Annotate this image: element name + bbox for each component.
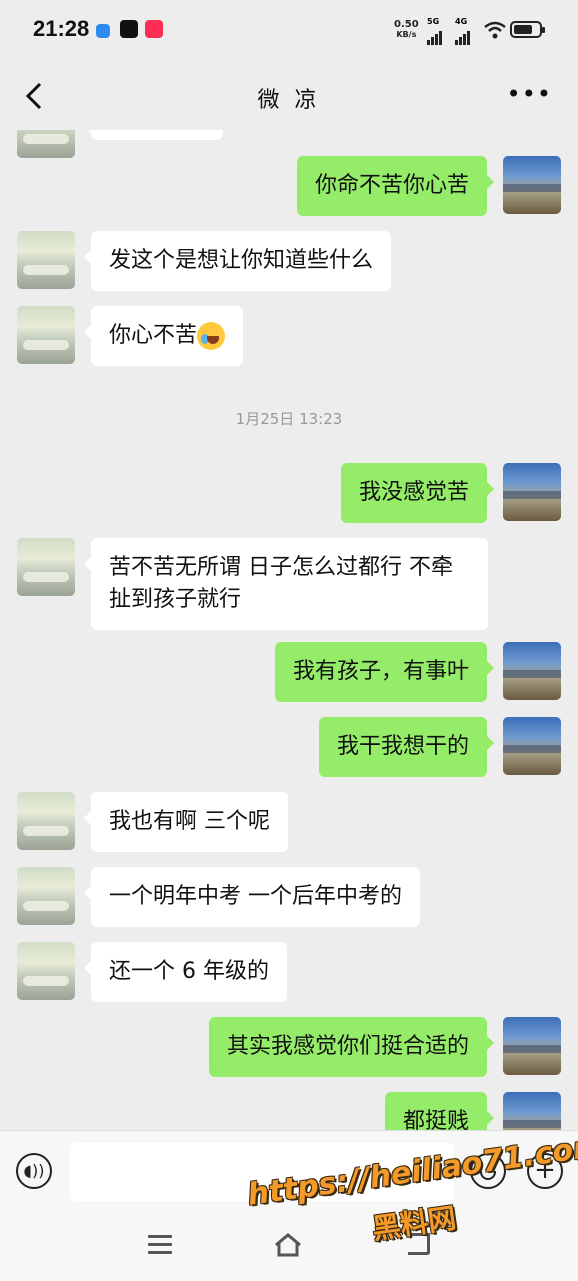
status-time: 21:28 bbox=[33, 16, 90, 41]
status-bar: 21:28 0.50 KB/s 5G 4G bbox=[0, 0, 578, 62]
avatar[interactable] bbox=[17, 942, 75, 1000]
avatar[interactable] bbox=[17, 538, 75, 596]
message-bubble[interactable]: 我干我想干的 bbox=[318, 717, 495, 777]
system-nav-bar bbox=[0, 1221, 578, 1271]
avatar[interactable] bbox=[503, 717, 561, 775]
avatar[interactable] bbox=[503, 156, 561, 214]
message-bubble[interactable]: 我也有啊 三个呢 bbox=[84, 792, 288, 852]
network-speed: 0.50 KB/s bbox=[394, 20, 419, 40]
avatar[interactable] bbox=[503, 1092, 561, 1130]
signal-4g-icon: 4G bbox=[455, 18, 471, 45]
sim2-label: 4G bbox=[455, 17, 468, 26]
message-bubble[interactable]: 一个明年中考 一个后年中考的 bbox=[84, 867, 420, 927]
battery-icon bbox=[510, 21, 545, 38]
chat-messages[interactable]: 你命不苦你心苦 发这个是想让你知道些什么 你心不苦 1月25日 13:23 我没… bbox=[0, 130, 578, 1130]
app-notification-icon bbox=[96, 24, 110, 38]
avatar[interactable] bbox=[17, 231, 75, 289]
sim1-label: 5G bbox=[427, 17, 440, 26]
avatar[interactable] bbox=[17, 306, 75, 364]
message-text: 你心不苦 bbox=[109, 323, 198, 348]
message-bubble[interactable]: 其实我感觉你们挺合适的 bbox=[208, 1017, 495, 1077]
net-speed-unit: KB/s bbox=[396, 30, 417, 39]
message-bubble[interactable] bbox=[84, 130, 223, 140]
message-bubble[interactable]: 我没感觉苦 bbox=[340, 463, 495, 523]
message-bubble[interactable]: 你心不苦 bbox=[83, 306, 244, 366]
crying-laughing-emoji-icon bbox=[197, 322, 226, 350]
net-speed-value: 0.50 bbox=[394, 19, 419, 30]
signal-5g-icon: 5G bbox=[427, 18, 443, 45]
message-bubble[interactable]: 都挺贱 bbox=[384, 1092, 495, 1130]
recent-apps-icon[interactable] bbox=[148, 1235, 172, 1255]
avatar[interactable] bbox=[17, 867, 75, 925]
chat-title: 微 凉 bbox=[257, 88, 321, 113]
message-bubble[interactable]: 苦不苦无所谓 日子怎么过都行 不牵扯到孩子就行 bbox=[84, 538, 488, 630]
message-bubble[interactable]: 你命不苦你心苦 bbox=[296, 156, 495, 216]
message-bubble[interactable]: 我有孩子，有事叶 bbox=[274, 642, 495, 702]
message-bubble[interactable]: 发这个是想让你知道些什么 bbox=[83, 231, 392, 291]
voice-icon[interactable]: ◖)) bbox=[16, 1153, 52, 1189]
wifi-icon bbox=[484, 21, 506, 39]
message-bubble[interactable]: 还一个 6 年级的 bbox=[84, 942, 287, 1002]
avatar[interactable] bbox=[17, 130, 75, 158]
avatar[interactable] bbox=[17, 792, 75, 850]
tiktok-icon bbox=[120, 20, 138, 38]
avatar[interactable] bbox=[503, 642, 561, 700]
more-dots-icon[interactable]: ••• bbox=[507, 80, 552, 108]
avatar[interactable] bbox=[503, 463, 561, 521]
avatar[interactable] bbox=[503, 1017, 561, 1075]
chat-header: 微 凉 ••• bbox=[0, 62, 578, 130]
app-red-icon bbox=[145, 20, 163, 38]
home-icon[interactable] bbox=[274, 1233, 302, 1257]
message-timestamp: 1月25日 13:23 bbox=[235, 410, 343, 428]
